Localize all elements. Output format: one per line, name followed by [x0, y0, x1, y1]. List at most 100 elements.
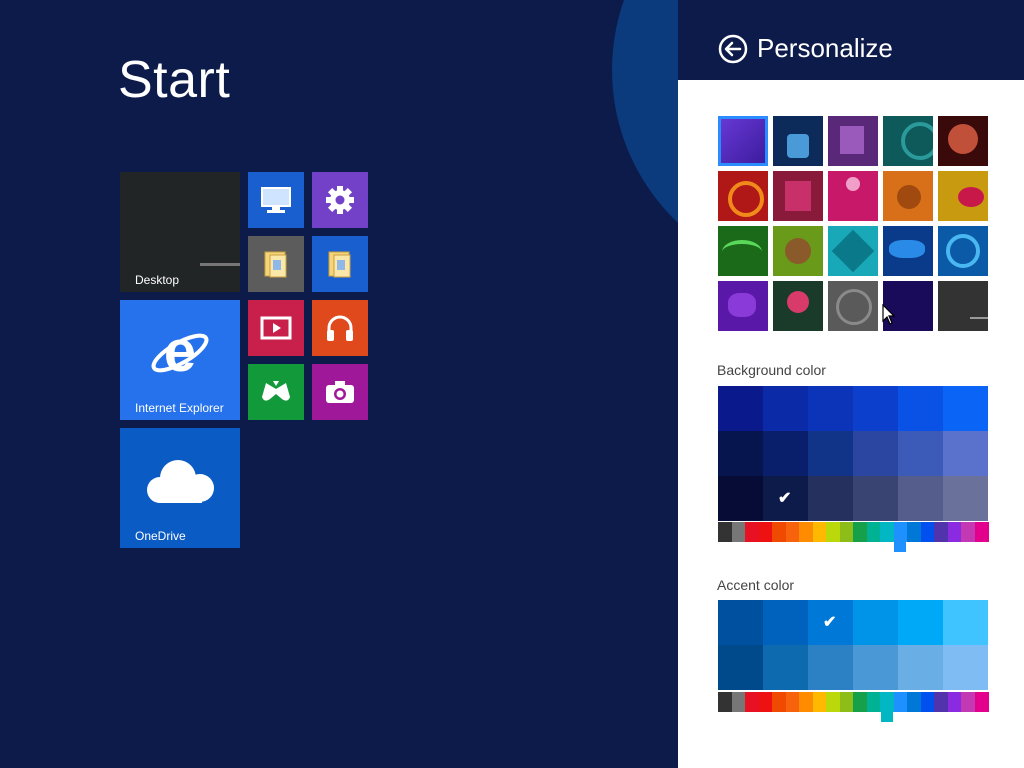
- hue-segment[interactable]: [785, 692, 800, 712]
- hue-segment[interactable]: [745, 692, 759, 712]
- hue-segment[interactable]: [866, 692, 881, 712]
- color-swatch[interactable]: [718, 476, 763, 521]
- hue-segment[interactable]: [893, 692, 908, 712]
- color-swatch[interactable]: [718, 386, 763, 431]
- hue-segment[interactable]: [907, 692, 921, 712]
- background-pattern-thumbnail[interactable]: [828, 281, 878, 331]
- hue-segment[interactable]: [731, 692, 746, 712]
- color-swatch[interactable]: [943, 386, 988, 431]
- hue-segment[interactable]: [880, 522, 894, 542]
- hue-segment[interactable]: [812, 692, 827, 712]
- tile-documents[interactable]: [312, 236, 368, 292]
- background-pattern-thumbnail[interactable]: [718, 171, 768, 221]
- hue-slider-thumb[interactable]: [894, 522, 907, 552]
- hue-segment[interactable]: [974, 692, 989, 712]
- color-swatch[interactable]: [898, 431, 943, 476]
- tile-desktop[interactable]: Desktop: [120, 172, 240, 292]
- accent-hue-slider[interactable]: [718, 692, 989, 722]
- background-pattern-thumbnail[interactable]: [828, 171, 878, 221]
- background-pattern-thumbnail[interactable]: [828, 116, 878, 166]
- color-swatch[interactable]: [853, 386, 898, 431]
- background-pattern-thumbnail[interactable]: [883, 116, 933, 166]
- hue-segment[interactable]: [799, 692, 813, 712]
- color-swatch[interactable]: [763, 600, 808, 645]
- background-pattern-thumbnail[interactable]: [938, 226, 988, 276]
- background-pattern-thumbnail[interactable]: [938, 171, 988, 221]
- hue-slider-thumb[interactable]: [880, 692, 893, 722]
- hue-segment[interactable]: [731, 522, 746, 542]
- hue-segment[interactable]: [826, 692, 840, 712]
- color-swatch[interactable]: [943, 476, 988, 521]
- background-pattern-thumbnail[interactable]: [883, 226, 933, 276]
- hue-segment[interactable]: [974, 522, 989, 542]
- hue-segment[interactable]: [934, 692, 948, 712]
- hue-segment[interactable]: [772, 522, 786, 542]
- back-arrow-icon[interactable]: [718, 34, 748, 64]
- hue-segment[interactable]: [853, 692, 867, 712]
- background-pattern-thumbnail[interactable]: [773, 281, 823, 331]
- tile-onedrive[interactable]: OneDrive: [120, 428, 240, 548]
- hue-segment[interactable]: [839, 522, 854, 542]
- color-swatch[interactable]: [718, 431, 763, 476]
- hue-segment[interactable]: [934, 522, 948, 542]
- background-pattern-thumbnail[interactable]: [773, 171, 823, 221]
- hue-segment[interactable]: [745, 522, 759, 542]
- hue-segment[interactable]: [772, 692, 786, 712]
- hue-segment[interactable]: [785, 522, 800, 542]
- hue-segment[interactable]: [799, 522, 813, 542]
- color-swatch[interactable]: [718, 600, 763, 645]
- tile-this-pc[interactable]: [248, 172, 304, 228]
- hue-segment[interactable]: [866, 522, 881, 542]
- color-swatch[interactable]: [898, 645, 943, 690]
- color-swatch[interactable]: [763, 645, 808, 690]
- hue-segment[interactable]: [826, 522, 840, 542]
- tile-internet-explorer[interactable]: e Internet Explorer: [120, 300, 240, 420]
- background-hue-slider[interactable]: [718, 522, 989, 552]
- color-swatch[interactable]: [763, 386, 808, 431]
- background-pattern-thumbnail[interactable]: [718, 116, 768, 166]
- tile-video[interactable]: [248, 300, 304, 356]
- color-swatch[interactable]: [763, 431, 808, 476]
- hue-segment[interactable]: [758, 522, 773, 542]
- color-swatch[interactable]: [808, 431, 853, 476]
- hue-segment[interactable]: [853, 522, 867, 542]
- color-swatch[interactable]: [943, 645, 988, 690]
- color-swatch[interactable]: [898, 600, 943, 645]
- hue-segment[interactable]: [920, 522, 935, 542]
- color-swatch[interactable]: [808, 645, 853, 690]
- tile-file-explorer[interactable]: [248, 236, 304, 292]
- hue-segment[interactable]: [758, 692, 773, 712]
- hue-segment[interactable]: [961, 692, 975, 712]
- background-pattern-thumbnail[interactable]: [718, 281, 768, 331]
- color-swatch[interactable]: [718, 645, 763, 690]
- hue-segment[interactable]: [812, 522, 827, 542]
- background-pattern-thumbnail[interactable]: [773, 116, 823, 166]
- hue-segment[interactable]: [947, 522, 962, 542]
- color-swatch[interactable]: [898, 476, 943, 521]
- color-swatch[interactable]: [853, 600, 898, 645]
- background-pattern-thumbnail[interactable]: [828, 226, 878, 276]
- color-swatch[interactable]: [808, 386, 853, 431]
- tile-music[interactable]: [312, 300, 368, 356]
- hue-segment[interactable]: [718, 692, 732, 712]
- tile-games[interactable]: [248, 364, 304, 420]
- color-swatch[interactable]: [853, 476, 898, 521]
- color-swatch[interactable]: [943, 600, 988, 645]
- tile-settings[interactable]: [312, 172, 368, 228]
- color-swatch[interactable]: [853, 645, 898, 690]
- color-swatch[interactable]: [943, 431, 988, 476]
- hue-segment[interactable]: [718, 522, 732, 542]
- tile-camera[interactable]: [312, 364, 368, 420]
- hue-segment[interactable]: [907, 522, 921, 542]
- hue-segment[interactable]: [920, 692, 935, 712]
- color-swatch[interactable]: [808, 476, 853, 521]
- background-pattern-thumbnail[interactable]: [938, 116, 988, 166]
- hue-segment[interactable]: [947, 692, 962, 712]
- background-pattern-thumbnail[interactable]: [938, 281, 988, 331]
- background-pattern-thumbnail[interactable]: [883, 171, 933, 221]
- hue-segment[interactable]: [961, 522, 975, 542]
- background-pattern-thumbnail[interactable]: [718, 226, 768, 276]
- background-pattern-thumbnail[interactable]: [773, 226, 823, 276]
- color-swatch[interactable]: [898, 386, 943, 431]
- color-swatch[interactable]: [853, 431, 898, 476]
